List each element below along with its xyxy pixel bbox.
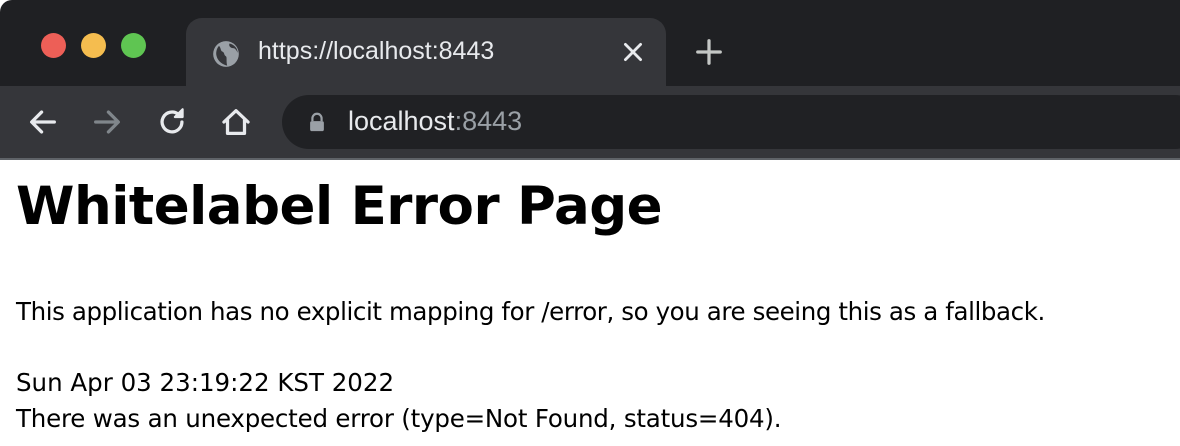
url-text[interactable]: localhost:8443 <box>348 106 522 137</box>
reload-icon[interactable] <box>155 105 189 139</box>
window-maximize-button[interactable] <box>121 33 146 58</box>
error-timestamp: Sun Apr 03 23:19:22 KST 2022 <box>16 368 395 397</box>
browser-tab[interactable]: https://localhost:8443 <box>186 18 666 86</box>
error-explanation: This application has no explicit mapping… <box>16 297 1045 326</box>
close-icon[interactable] <box>620 39 646 65</box>
page-title: Whitelabel Error Page <box>16 176 663 237</box>
tab-strip: https://localhost:8443 <box>0 0 1180 86</box>
window-minimize-button[interactable] <box>81 33 106 58</box>
globe-icon <box>213 41 239 67</box>
toolbar: localhost:8443 <box>0 86 1180 158</box>
url-port: :8443 <box>454 106 523 136</box>
tab-title: https://localhost:8443 <box>258 37 495 65</box>
plus-icon[interactable] <box>694 37 724 67</box>
page-content: Whitelabel Error Page This application h… <box>0 160 1180 446</box>
url-host: localhost <box>348 106 455 136</box>
back-arrow-icon[interactable] <box>26 105 60 139</box>
error-details: There was an unexpected error (type=Not … <box>16 404 782 433</box>
forward-arrow-icon[interactable] <box>90 105 124 139</box>
address-bar[interactable]: localhost:8443 <box>282 95 1180 149</box>
lock-icon[interactable] <box>306 111 328 133</box>
window-close-button[interactable] <box>41 33 66 58</box>
home-icon[interactable] <box>219 105 253 139</box>
browser-window: https://localhost:8443 localhost:8443 Wh… <box>0 0 1180 446</box>
